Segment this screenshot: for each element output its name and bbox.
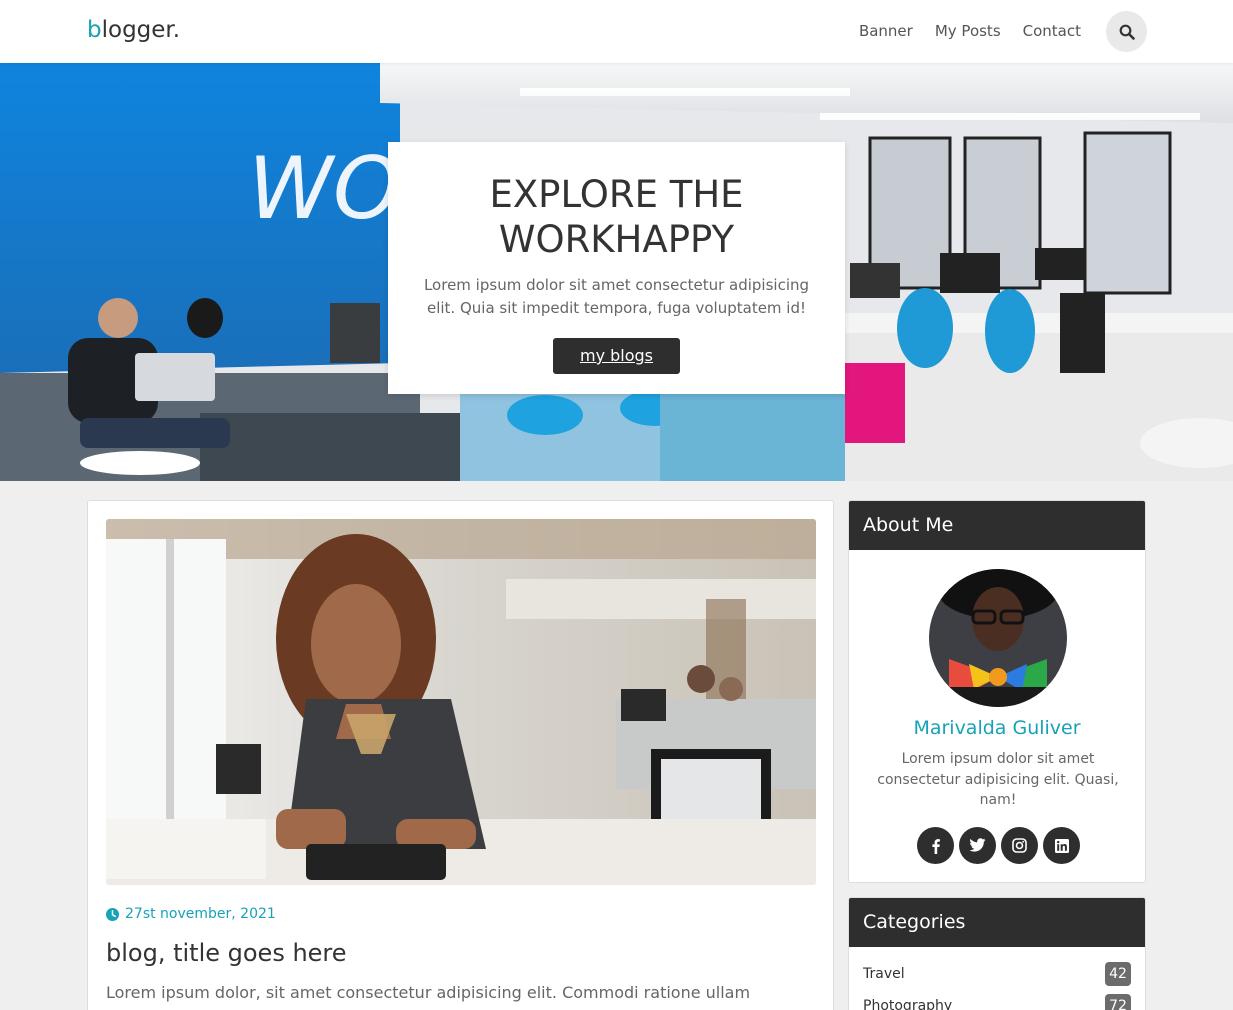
- category-count-badge: 42: [1105, 962, 1131, 986]
- hero-title-line2: WORKHAPPY: [498, 218, 735, 261]
- linkedin-link[interactable]: [1043, 827, 1080, 864]
- search-icon: [1119, 24, 1135, 40]
- categories-card: Categories Travel 42 Photography 72: [848, 897, 1146, 1010]
- category-item[interactable]: Photography 72: [863, 993, 1131, 1010]
- hero-text: Lorem ipsum dolor sit amet consectetur a…: [423, 276, 810, 317]
- twitter-link[interactable]: [959, 827, 996, 864]
- linkedin-icon: [1054, 838, 1069, 853]
- nav-link-my-posts[interactable]: My Posts: [935, 22, 1001, 40]
- clock-icon: [106, 907, 119, 921]
- nav-link-contact[interactable]: Contact: [1023, 22, 1081, 40]
- post-date-text: 27st november, 2021: [125, 906, 276, 922]
- category-name: Travel: [863, 966, 905, 982]
- hero-title-line1: EXPLORE THE: [489, 173, 744, 216]
- my-blogs-button[interactable]: my blogs: [553, 338, 680, 374]
- avatar-photo: [929, 569, 1067, 707]
- about-me-heading: About Me: [849, 501, 1145, 550]
- brand-initial: b: [87, 17, 102, 43]
- post-date: 27st november, 2021: [106, 906, 276, 922]
- brand-rest: logger.: [101, 17, 181, 43]
- instagram-icon: [1012, 838, 1027, 853]
- post-excerpt: Lorem ipsum dolor, sit amet consectetur …: [106, 983, 751, 1010]
- avatar: [929, 569, 1067, 707]
- about-me-card: About Me Marivalda Guliver Lorem ipsum d…: [848, 500, 1146, 883]
- brand-logo[interactable]: blogger.: [87, 17, 180, 43]
- author-name[interactable]: Marivalda Guliver: [849, 717, 1145, 739]
- category-item[interactable]: Travel 42: [863, 961, 1131, 987]
- post-card: 27st november, 2021 blog, title goes her…: [87, 500, 834, 1010]
- category-name: Photography: [863, 998, 953, 1010]
- author-bio: Lorem ipsum dolor sit amet consectetur a…: [877, 751, 1119, 808]
- hero-card: EXPLORE THE WORKHAPPY Lorem ipsum dolor …: [388, 142, 845, 394]
- nav-links: Banner My Posts Contact: [859, 22, 1081, 40]
- post-photo: [106, 519, 816, 885]
- categories-heading: Categories: [849, 898, 1145, 947]
- hero-title: EXPLORE THE WORKHAPPY: [388, 172, 845, 262]
- instagram-link[interactable]: [1001, 827, 1038, 864]
- nav-link-banner[interactable]: Banner: [859, 22, 913, 40]
- search-button[interactable]: [1106, 11, 1147, 52]
- category-count-badge: 72: [1105, 994, 1131, 1010]
- wall-lettering: WO: [248, 139, 401, 239]
- post-title[interactable]: blog, title goes here: [106, 939, 347, 967]
- social-links: [917, 827, 1080, 864]
- navbar: blogger. Banner My Posts Contact: [0, 0, 1233, 63]
- twitter-icon: [969, 838, 986, 852]
- facebook-link[interactable]: [917, 827, 954, 864]
- facebook-icon: [931, 838, 940, 854]
- hero-banner: WO EXPLORE THE WORKHAPPY Lorem ipsum dol…: [0, 63, 1233, 481]
- post-image[interactable]: [106, 519, 816, 885]
